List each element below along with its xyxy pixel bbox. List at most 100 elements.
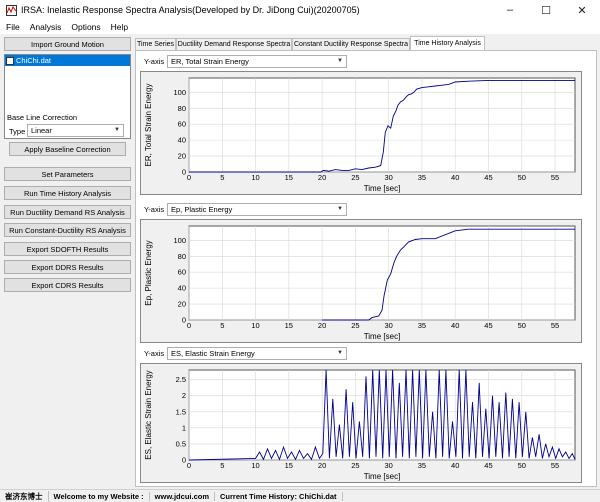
yaxis-select-3[interactable]: ES, Elastic Strain Energy ▼ <box>167 347 347 360</box>
x-tick-label: 45 <box>484 321 492 330</box>
x-tick-label: 20 <box>318 461 326 470</box>
x-tick-label: 50 <box>518 461 526 470</box>
app-icon <box>5 4 17 16</box>
elastic-strain-energy-chart: 0 5 10 15 20 25 30 35 40 45 50 55 0 0.5 1 1.5 2 2.5 Time [… <box>144 369 576 481</box>
plastic-energy-chart: 0 5 10 15 20 25 30 35 40 45 50 55 0 20 40 60 80 100 Time [… <box>144 225 576 341</box>
checkbox[interactable] <box>6 56 14 65</box>
tab-constant-ductility[interactable]: Constant Ductility Response Spectra <box>292 38 410 50</box>
plot-2[interactable]: 0 5 10 15 20 25 30 35 40 45 50 55 0 20 40 60 80 100 Time [… <box>140 219 582 343</box>
x-tick-label: 25 <box>351 173 359 182</box>
yaxis-select-value: ES, Elastic Strain Energy <box>171 349 255 358</box>
x-tick-label: 30 <box>384 173 392 182</box>
time-history-panel: Y-axis ER, Total Strain Energy ▼ 0 5 10 15 2… <box>135 50 597 487</box>
x-axis-label: Time [sec] <box>364 184 401 193</box>
y-tick-label: 80 <box>178 252 186 261</box>
close-button[interactable]: ✕ <box>564 0 600 20</box>
run-time-history-button[interactable]: Run Time History Analysis <box>4 186 131 200</box>
x-tick-label: 30 <box>384 321 392 330</box>
y-tick-label: 20 <box>178 300 186 309</box>
import-ground-motion-button[interactable]: Import Ground Motion <box>4 37 131 51</box>
x-tick-label: 40 <box>451 321 459 330</box>
yaxis-select-1[interactable]: ER, Total Strain Energy ▼ <box>167 55 347 68</box>
minimize-button[interactable]: – <box>492 0 528 20</box>
menu-bar: File Analysis Options Help <box>0 20 600 34</box>
y-tick-label: 0.5 <box>176 439 186 448</box>
y-tick-label: 1.5 <box>176 407 186 416</box>
x-tick-label: 40 <box>451 461 459 470</box>
x-tick-label: 0 <box>187 321 191 330</box>
chevron-down-icon: ▼ <box>114 127 120 133</box>
yaxis-label: Y-axis <box>144 205 165 214</box>
x-tick-label: 25 <box>351 321 359 330</box>
y-axis-label: Ep, Plastic Energy <box>144 240 153 305</box>
y-tick-label: 20 <box>178 152 186 161</box>
x-tick-label: 5 <box>220 321 224 330</box>
x-tick-label: 20 <box>318 321 326 330</box>
x-tick-label: 15 <box>285 173 293 182</box>
y-tick-label: 40 <box>178 136 186 145</box>
x-tick-label: 0 <box>187 173 191 182</box>
baseline-type-select[interactable]: Linear ▼ <box>27 124 124 137</box>
export-ddrs-button[interactable]: Export DDRS Results <box>4 260 131 274</box>
x-tick-label: 50 <box>518 173 526 182</box>
y-tick-label: 0 <box>182 316 186 325</box>
y-tick-label: 60 <box>178 120 186 129</box>
total-strain-energy-chart: 0 5 10 15 20 25 30 35 40 45 50 55 0 20 40 60 80 100 Time [… <box>144 77 576 193</box>
tab-time-series[interactable]: Time Series <box>135 38 176 50</box>
website-link[interactable]: www.jdcui.com <box>150 491 215 501</box>
x-tick-label: 55 <box>551 321 559 330</box>
chevron-down-icon: ▼ <box>337 206 343 212</box>
x-tick-label: 15 <box>285 321 293 330</box>
y-tick-label: 100 <box>173 236 186 245</box>
run-cdrs-button[interactable]: Run Constant-Ductility RS Analysis <box>4 223 131 237</box>
x-tick-label: 55 <box>551 173 559 182</box>
y-tick-label: 80 <box>178 104 186 113</box>
maximize-button[interactable]: ☐ <box>528 0 564 20</box>
x-tick-label: 35 <box>418 173 426 182</box>
tab-time-history[interactable]: Time History Analysis <box>410 36 485 50</box>
plot-1[interactable]: 0 5 10 15 20 25 30 35 40 45 50 55 0 20 40 60 80 100 Time [… <box>140 71 582 195</box>
title-bar: IRSA: Inelastic Response Spectra Analysi… <box>0 0 600 20</box>
yaxis-selector-3: Y-axis ES, Elastic Strain Energy ▼ <box>144 347 347 360</box>
x-tick-label: 10 <box>251 461 259 470</box>
status-bar: 崔济东博士 Welcome to my Website : www.jdcui.… <box>0 489 600 502</box>
menu-options[interactable]: Options <box>71 22 100 32</box>
x-axis-label: Time [sec] <box>364 332 401 341</box>
baseline-type-value: Linear <box>31 126 52 135</box>
x-tick-label: 10 <box>251 173 259 182</box>
list-item[interactable]: ChiChi.dat <box>5 55 130 66</box>
x-tick-label: 55 <box>551 461 559 470</box>
x-tick-label: 5 <box>220 461 224 470</box>
set-parameters-button[interactable]: Set Parameters <box>4 167 131 181</box>
list-item-label: ChiChi.dat <box>16 56 52 65</box>
welcome-text: Welcome to my Website : <box>49 491 150 501</box>
window-title: IRSA: Inelastic Response Spectra Analysi… <box>21 5 360 15</box>
x-tick-label: 10 <box>251 321 259 330</box>
y-tick-label: 1 <box>182 423 186 432</box>
yaxis-select-2[interactable]: Ep, Plastic Energy ▼ <box>167 203 347 216</box>
y-tick-label: 100 <box>173 88 186 97</box>
y-tick-label: 0 <box>182 168 186 177</box>
tab-ductility-demand[interactable]: Ductility Demand Response Spectra <box>176 38 292 50</box>
menu-analysis[interactable]: Analysis <box>30 22 62 32</box>
x-tick-label: 15 <box>285 461 293 470</box>
menu-file[interactable]: File <box>6 22 20 32</box>
y-tick-label: 2 <box>182 391 186 400</box>
current-file-status: Current Time History: ChiChi.dat <box>215 491 343 501</box>
x-tick-label: 35 <box>418 461 426 470</box>
y-tick-label: 2.5 <box>176 375 186 384</box>
export-cdrs-button[interactable]: Export CDRS Results <box>4 278 131 292</box>
y-tick-label: 40 <box>178 284 186 293</box>
menu-help[interactable]: Help <box>111 22 128 32</box>
y-axis-label: ES, Elastic Strain Energy <box>144 370 153 459</box>
run-ddrs-button[interactable]: Run Ductility Demand RS Analysis <box>4 205 131 219</box>
x-tick-label: 25 <box>351 461 359 470</box>
export-sdofth-button[interactable]: Export SDOFTH Results <box>4 242 131 256</box>
chevron-down-icon: ▼ <box>337 350 343 356</box>
plot-3[interactable]: 0 5 10 15 20 25 30 35 40 45 50 55 0 0.5 1 1.5 2 2.5 Time [… <box>140 363 582 483</box>
apply-baseline-button[interactable]: Apply Baseline Correction <box>9 142 126 156</box>
yaxis-label: Y-axis <box>144 57 165 66</box>
yaxis-selector-2: Y-axis Ep, Plastic Energy ▼ <box>144 203 347 216</box>
yaxis-label: Y-axis <box>144 349 165 358</box>
x-tick-label: 0 <box>187 461 191 470</box>
